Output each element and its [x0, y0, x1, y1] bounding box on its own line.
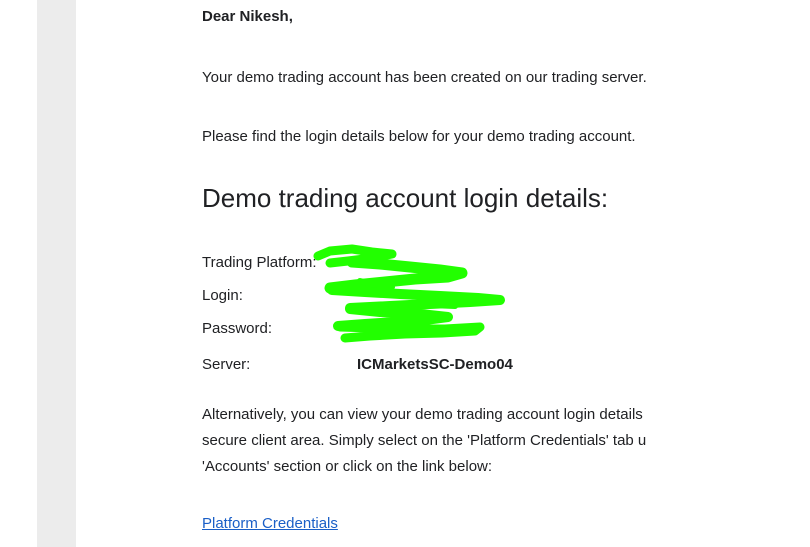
alternative-text-line-2: secure client area. Simply select on the…	[202, 432, 647, 449]
left-gutter	[0, 0, 37, 547]
email-view: Dear Nikesh, Your demo trading account h…	[0, 0, 810, 547]
alternative-text-line-1: Alternatively, you can view your demo tr…	[202, 406, 643, 423]
greeting: Dear Nikesh,	[202, 8, 293, 25]
server-value: ICMarketsSC-Demo04	[357, 356, 513, 373]
login-label: Login:	[202, 287, 243, 304]
trading-platform-label: Trading Platform:	[202, 254, 317, 271]
login-details-heading: Demo trading account login details:	[202, 183, 609, 213]
platform-credentials-link[interactable]: Platform Credentials	[202, 515, 338, 532]
server-label: Server:	[202, 356, 251, 373]
password-label: Password:	[202, 320, 273, 337]
alternative-text-line-3: 'Accounts' section or click on the link …	[202, 458, 493, 475]
login-details-intro-text: Please find the login details below for …	[202, 128, 636, 145]
account-created-text: Your demo trading account has been creat…	[202, 69, 647, 86]
email-body: Dear Nikesh, Your demo trading account h…	[202, 0, 810, 547]
left-side-panel	[37, 0, 76, 547]
